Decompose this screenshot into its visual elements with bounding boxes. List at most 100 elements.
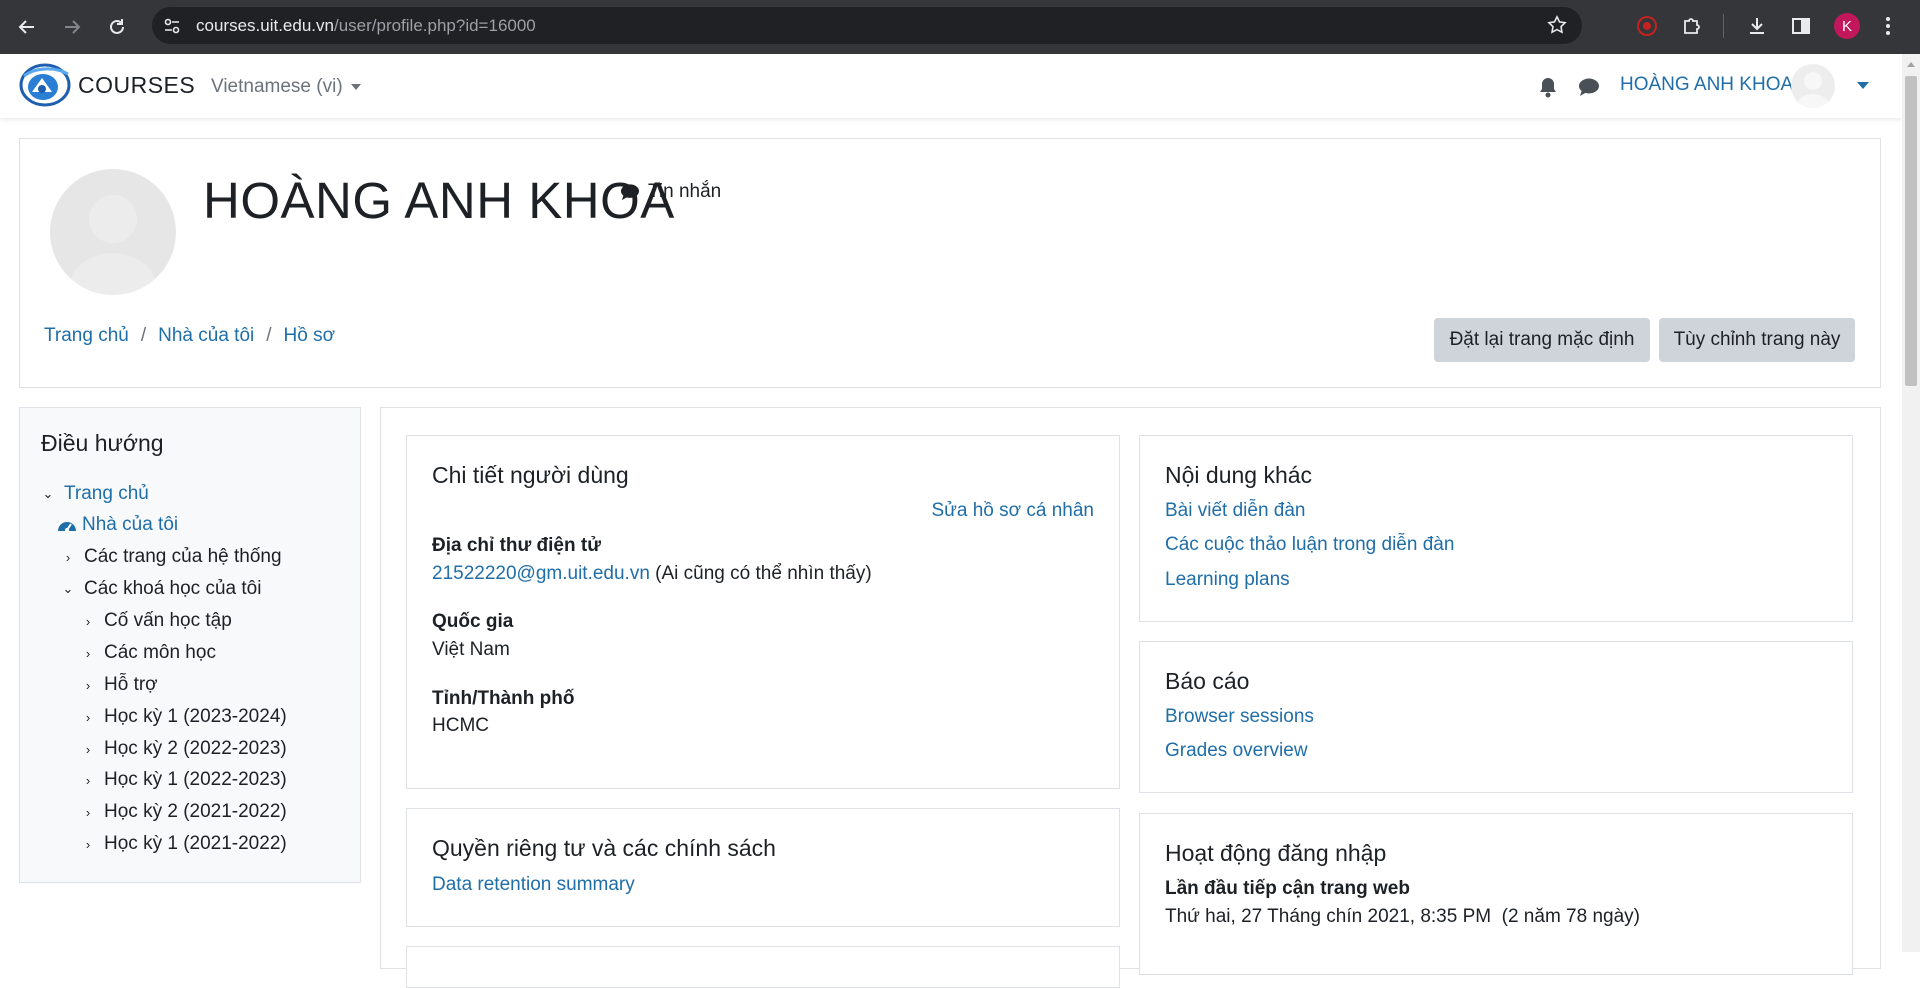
chevron-right-icon[interactable]: › [80, 837, 96, 852]
first-access-label: Lần đầu tiếp cận trang web [1165, 878, 1410, 899]
reset-page-button[interactable]: Đặt lại trang mặc định [1434, 318, 1650, 362]
extension-red-icon[interactable] [1632, 11, 1662, 41]
breadcrumb-home[interactable]: Trang chủ [44, 325, 129, 346]
browser-sessions-link[interactable]: Browser sessions [1165, 706, 1314, 728]
user-menu-name[interactable]: HOÀNG ANH KHOA [1620, 74, 1793, 96]
city-value: HCMC [432, 715, 489, 736]
breadcrumb-separator: / [266, 325, 272, 346]
breadcrumb-profile[interactable]: Hồ sơ [284, 325, 336, 346]
messages-chat-icon[interactable] [1578, 77, 1600, 102]
reload-icon[interactable] [100, 10, 134, 44]
navigation-block: Điều hướng ⌄ Trang chủ Nhà của tôi › Các t… [19, 407, 361, 883]
page-scrollbar[interactable] [1902, 54, 1920, 952]
breadcrumb-dashboard[interactable]: Nhà của tôi [158, 325, 254, 346]
browser-menu-icon[interactable] [1873, 11, 1903, 41]
nav-item-course[interactable]: › Cố vấn học tập [80, 610, 232, 632]
nav-item-course[interactable]: › Các môn học [80, 642, 216, 664]
url-domain: courses.uit.edu.vn [196, 16, 334, 35]
nav-item-label: Học kỳ 2 (2022-2023) [104, 738, 287, 759]
message-bubble-icon [621, 184, 639, 201]
language-caret-icon [350, 83, 361, 90]
notifications-bell-icon[interactable] [1538, 76, 1558, 103]
chevron-right-icon[interactable]: › [80, 678, 96, 693]
email-row: 21522220@gm.uit.edu.vn (Ai cũng có thể n… [432, 563, 872, 585]
site-navbar: COURSES Vietnamese (vi) HOÀNG ANH KHOA [0, 54, 1902, 118]
privacy-title: Quyền riêng tư và các chính sách [432, 835, 776, 861]
nav-item-label: Các khoá học của tôi [84, 578, 262, 599]
login-activity-title: Hoạt động đăng nhập [1165, 840, 1387, 866]
bookmark-star-icon[interactable] [1546, 14, 1568, 41]
chevron-down-icon[interactable]: ⌄ [40, 486, 56, 502]
side-panel-icon[interactable] [1786, 11, 1816, 41]
forum-posts-link[interactable]: Bài viết diễn đàn [1165, 500, 1306, 522]
site-info-icon[interactable] [162, 16, 182, 41]
nav-item-home[interactable]: ⌄ Trang chủ [40, 483, 149, 505]
breadcrumb-separator: / [140, 325, 147, 346]
chevron-right-icon[interactable]: › [80, 742, 96, 757]
forum-discussions-link[interactable]: Các cuộc thảo luận trong diễn đàn [1165, 534, 1454, 556]
profile-avatar [50, 169, 176, 295]
uit-logo-icon[interactable] [18, 62, 72, 113]
forward-icon[interactable] [55, 10, 89, 44]
chevron-right-icon[interactable]: › [80, 646, 96, 661]
chevron-right-icon[interactable]: › [80, 773, 96, 788]
nav-item-label: Học kỳ 2 (2021-2022) [104, 801, 287, 822]
data-retention-link[interactable]: Data retention summary [432, 874, 635, 896]
back-icon[interactable] [10, 10, 44, 44]
scroll-up-icon[interactable] [1907, 62, 1915, 67]
user-details-card: Chi tiết người dùng Sửa hồ sơ cá nhân Đị… [406, 435, 1120, 789]
nav-item-course[interactable]: › Học kỳ 2 (2022-2023) [80, 738, 287, 760]
url-text: courses.uit.edu.vn/user/profile.php?id=1… [196, 16, 536, 36]
city-label: Tỉnh/Thành phố [432, 688, 575, 709]
nav-item-label: Học kỳ 1 (2021-2022) [104, 833, 287, 854]
dashboard-gauge-icon [58, 522, 76, 532]
reports-title: Báo cáo [1165, 668, 1250, 694]
country-value: Việt Nam [432, 639, 510, 660]
nav-item-label: Cố vấn học tập [104, 610, 232, 631]
learning-plans-link[interactable]: Learning plans [1165, 569, 1290, 591]
grades-overview-link[interactable]: Grades overview [1165, 740, 1308, 762]
customize-page-button[interactable]: Tùy chỉnh trang này [1659, 318, 1855, 362]
nav-item-course[interactable]: › Hỗ trợ [80, 674, 158, 696]
nav-item-my-courses[interactable]: ⌄ Các khoá học của tôi [60, 578, 262, 600]
chevron-right-icon[interactable]: › [80, 710, 96, 725]
nav-item-course[interactable]: › Học kỳ 1 (2021-2022) [80, 833, 287, 855]
toolbar-divider [1723, 14, 1724, 38]
privacy-card: Quyền riêng tư và các chính sách Data re… [406, 808, 1120, 927]
extensions-puzzle-icon[interactable] [1677, 11, 1707, 41]
nav-item-label: Nhà của tôi [82, 514, 179, 535]
email-visibility: (Ai cũng có thể nhìn thấy) [655, 563, 872, 584]
navigation-title: Điều hướng [41, 430, 164, 456]
address-bar[interactable]: courses.uit.edu.vn/user/profile.php?id=1… [152, 7, 1582, 44]
scrollbar-thumb[interactable] [1905, 76, 1917, 386]
chevron-down-icon[interactable]: ⌄ [60, 581, 76, 597]
language-menu[interactable]: Vietnamese (vi) [211, 76, 361, 98]
nav-item-label: Các môn học [104, 642, 216, 663]
profile-main-region: Chi tiết người dùng Sửa hồ sơ cá nhân Đị… [380, 407, 1881, 988]
url-path: /user/profile.php?id=16000 [333, 16, 536, 35]
nav-item-site-pages[interactable]: › Các trang của hệ thống [60, 546, 282, 568]
user-menu-caret-icon[interactable] [1857, 82, 1869, 89]
email-link[interactable]: 21522220@gm.uit.edu.vn [432, 563, 650, 584]
nav-item-label: Các trang của hệ thống [84, 546, 282, 567]
nav-item-dashboard[interactable]: Nhà của tôi [56, 514, 178, 536]
nav-item-label: Học kỳ 1 (2022-2023) [104, 769, 287, 790]
nav-item-course[interactable]: › Học kỳ 1 (2023-2024) [80, 706, 287, 728]
profile-header: HOÀNG ANH KHOA Tin nhắn Trang chủ / Nhà củ… [19, 138, 1881, 388]
nav-item-course[interactable]: › Học kỳ 2 (2021-2022) [80, 801, 287, 823]
site-brand[interactable]: COURSES [78, 72, 195, 99]
nav-item-course[interactable]: › Học kỳ 1 (2022-2023) [80, 769, 287, 791]
nav-item-label: Hỗ trợ [104, 674, 158, 695]
edit-profile-link[interactable]: Sửa hồ sơ cá nhân [931, 500, 1094, 522]
browser-profile-avatar[interactable]: K [1834, 13, 1860, 39]
page-title: HOÀNG ANH KHOA [203, 172, 675, 229]
chevron-right-icon[interactable]: › [60, 550, 76, 565]
send-message-link[interactable]: Tin nhắn [620, 181, 721, 203]
chevron-right-icon[interactable]: › [80, 805, 96, 820]
misc-content-card: Nội dung khác Bài viết diễn đàn Các cuộc… [1139, 435, 1853, 622]
chevron-right-icon[interactable]: › [80, 614, 96, 629]
user-avatar[interactable] [1791, 64, 1835, 108]
download-icon[interactable] [1742, 11, 1772, 41]
reports-card: Báo cáo Browser sessions Grades overview [1139, 641, 1853, 793]
user-details-title: Chi tiết người dùng [432, 462, 629, 488]
